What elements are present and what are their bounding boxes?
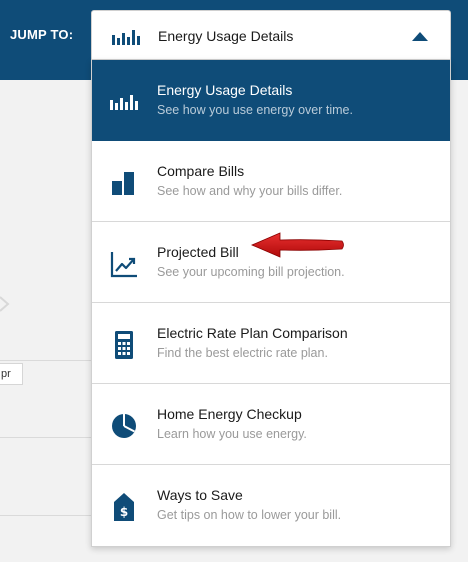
background-divider — [0, 515, 92, 516]
menu-item-title: Projected Bill — [157, 244, 239, 260]
menu-item-electric-rate-plan-comparison[interactable]: Electric Rate Plan Comparison Find the b… — [92, 303, 450, 384]
menu-item-home-energy-checkup[interactable]: Home Energy Checkup Learn how you use en… — [92, 384, 450, 465]
menu-item-ways-to-save[interactable]: $ Ways to Save Get tips on how to lower … — [92, 465, 450, 546]
menu-item-title: Home Energy Checkup — [157, 406, 302, 422]
menu-item-description: See how and why your bills differ. — [157, 184, 343, 198]
menu-item-description: See how you use energy over time. — [157, 103, 353, 117]
menu-item-description: Learn how you use energy. — [157, 427, 307, 441]
menu-item-title: Energy Usage Details — [157, 82, 293, 98]
menu-item-title: Ways to Save — [157, 487, 243, 503]
pie-chart-icon — [112, 414, 136, 438]
bar-chart-icon — [110, 95, 138, 110]
trend-line-icon — [110, 252, 137, 278]
bar-chart-icon — [112, 30, 140, 45]
menu-item-description: Find the best electric rate plan. — [157, 346, 328, 360]
background-period-pill[interactable]: pr — [0, 363, 23, 385]
jump-to-label: JUMP TO: — [10, 27, 74, 42]
background-divider — [0, 437, 92, 438]
chevron-right-icon[interactable] — [0, 296, 10, 312]
caret-up-icon[interactable] — [412, 32, 428, 41]
jump-to-dropdown[interactable]: Energy Usage Details — [91, 10, 451, 60]
menu-item-title: Electric Rate Plan Comparison — [157, 325, 348, 341]
menu-item-title: Compare Bills — [157, 163, 245, 179]
svg-text:$: $ — [120, 505, 128, 519]
annotation-arrow — [250, 232, 344, 258]
menu-item-description: Get tips on how to lower your bill. — [157, 508, 342, 522]
jump-to-menu: Energy Usage Details See how you use ene… — [91, 60, 451, 547]
price-tag-dollar-icon: $ — [114, 493, 134, 521]
dropdown-selected-label: Energy Usage Details — [158, 28, 294, 44]
menu-item-compare-bills[interactable]: Compare Bills See how and why your bills… — [92, 141, 450, 222]
two-bars-icon — [112, 172, 134, 195]
background-divider — [0, 360, 92, 361]
menu-item-energy-usage-details[interactable]: Energy Usage Details See how you use ene… — [92, 60, 450, 141]
menu-item-description: See your upcoming bill projection. — [157, 265, 345, 279]
calculator-icon — [115, 331, 133, 359]
